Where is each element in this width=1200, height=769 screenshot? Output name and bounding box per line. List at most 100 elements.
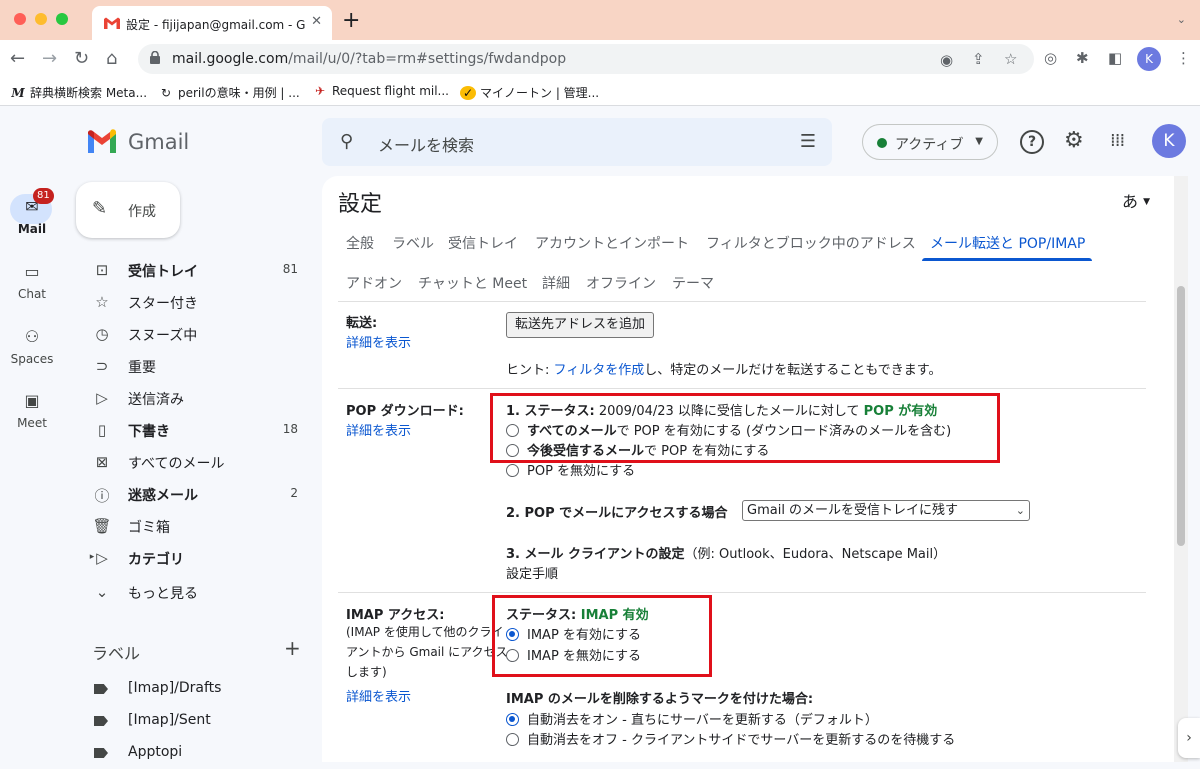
browser-tab-strip: 設定 - fijijapan@gmail.com - Gm ✕ + ⌄ <box>0 0 1200 40</box>
add-forwarding-address-button[interactable]: 転送先アドレスを追加 <box>506 312 655 338</box>
nav-label: 受信トレイ <box>128 264 198 280</box>
nav-all-mail[interactable]: ⊠ すべてのメール <box>64 446 316 478</box>
radio-button[interactable] <box>506 733 519 746</box>
forwarding-learn-more-link[interactable]: 詳細を表示 <box>346 332 411 351</box>
all-mail-icon: ⊠ <box>95 453 109 471</box>
gear-icon[interactable]: ⚙ <box>1064 128 1084 153</box>
chat-icon: ▭ <box>24 262 40 281</box>
create-filter-link[interactable]: フィルタを作成 <box>554 363 645 378</box>
account-avatar[interactable]: K <box>1152 124 1186 158</box>
extension-globe-icon[interactable]: ◎ <box>1044 49 1057 67</box>
reload-icon[interactable]: ↻ <box>74 48 89 69</box>
apps-grid-icon[interactable]: ⁞⁞⁞ <box>1110 130 1125 151</box>
rail-meet[interactable]: ▣ Meet <box>0 390 64 430</box>
bookmark-item[interactable]: ↻ perilの意味・用例 | ... <box>158 84 300 101</box>
compose-label: 作成 <box>128 204 156 220</box>
new-tab-icon[interactable]: + <box>342 8 360 33</box>
back-icon[interactable]: ← <box>10 48 25 69</box>
tab-close-icon[interactable]: ✕ <box>311 14 322 29</box>
share-icon[interactable]: ⇪ <box>972 50 985 68</box>
setup-instructions-link[interactable]: 設定手順 <box>506 563 558 582</box>
nav-drafts[interactable]: ▯ 下書き 18 <box>64 414 316 446</box>
tab-filters[interactable]: フィルタとブロック中のアドレス <box>706 233 916 253</box>
side-panel-toggle-icon[interactable]: › <box>1178 718 1200 758</box>
imap-expunge-on[interactable]: 自動消去をオン - 直ちにサーバーを更新する（デフォルト） <box>506 709 878 728</box>
tab-search-icon[interactable]: ⌄ <box>1177 13 1186 26</box>
browser-tab[interactable]: 設定 - fijijapan@gmail.com - Gm ✕ <box>92 6 332 40</box>
radio-button[interactable] <box>506 464 519 477</box>
bookmark-star-icon[interactable]: ☆ <box>1004 50 1017 68</box>
label-item[interactable]: [Imap]/Drafts <box>64 673 316 705</box>
minimize-window-button[interactable] <box>35 13 47 25</box>
nav-sent[interactable]: ▷ 送信済み <box>64 382 316 414</box>
imap-expunge-off[interactable]: 自動消去をオフ - クライアントサイドでサーバーを更新するのを待機する <box>506 729 955 748</box>
tab-themes[interactable]: テーマ <box>672 273 714 293</box>
settings-scrollbar[interactable] <box>1174 176 1188 762</box>
tab-forwarding-pop-imap[interactable]: メール転送と POP/IMAP <box>930 233 1085 253</box>
category-icon: ▷ <box>96 549 108 567</box>
forward-icon[interactable]: → <box>42 48 57 69</box>
label-item[interactable]: [Imap]/Sent <box>64 705 316 737</box>
search-options-icon[interactable]: ☰ <box>800 131 816 152</box>
search-icon[interactable]: ⚲ <box>340 131 353 152</box>
scrollbar-thumb[interactable] <box>1177 286 1185 546</box>
input-tools-button[interactable]: あ ▼ <box>1122 188 1150 212</box>
nav-label: 下書き <box>128 424 170 440</box>
nav-inbox[interactable]: ⊡ 受信トレイ 81 <box>64 254 316 286</box>
bookmark-item[interactable]: ✈ Request flight mil... <box>312 84 449 98</box>
eye-icon[interactable]: ◉ <box>940 51 953 69</box>
bookmark-item[interactable]: M 辞典横断検索 Meta... <box>10 84 147 101</box>
nav-label: スター付き <box>128 296 198 312</box>
tab-accounts[interactable]: アカウントとインポート <box>535 233 689 253</box>
rail-chat[interactable]: ▭ Chat <box>0 261 64 301</box>
home-icon[interactable]: ⌂ <box>106 48 117 69</box>
close-window-button[interactable] <box>14 13 26 25</box>
label-name: Apptopi <box>128 744 183 760</box>
status-selector[interactable]: アクティブ ▼ <box>862 124 998 160</box>
nav-starred[interactable]: ☆ スター付き <box>64 286 316 318</box>
maximize-window-button[interactable] <box>56 13 68 25</box>
divider <box>338 388 1146 389</box>
pop-learn-more-link[interactable]: 詳細を表示 <box>346 420 411 439</box>
mail-client-config: 3. メール クライアントの設定（例: Outlook、Eudora、Netsc… <box>506 547 947 562</box>
browser-profile-avatar[interactable]: K <box>1137 47 1161 71</box>
rail-chat-label: Chat <box>17 287 47 301</box>
tab-offline[interactable]: オフライン <box>586 273 656 293</box>
nav-more[interactable]: ⌄ もっと見る <box>64 576 316 608</box>
nav-trash[interactable]: 🗑 ゴミ箱 <box>64 510 316 542</box>
bookmark-item[interactable]: ✓ マイノートン | 管理... <box>460 84 599 101</box>
side-panel-icon[interactable]: ◧ <box>1108 49 1122 67</box>
tab-labels[interactable]: ラベル <box>392 233 434 253</box>
tab-inbox[interactable]: 受信トレイ <box>448 233 518 253</box>
spam-icon: ⓘ <box>94 487 110 505</box>
address-bar[interactable]: mail.google.com/mail/u/0/?tab=rm#setting… <box>138 44 1034 74</box>
extensions-puzzle-icon[interactable]: ✱ <box>1076 49 1089 67</box>
help-icon[interactable]: ? <box>1020 130 1044 154</box>
rail-spaces-label: Spaces <box>10 352 54 366</box>
pop-access-select[interactable]: Gmail のメールを受信トレイに残す ⌄ <box>742 500 1030 521</box>
rail-mail[interactable]: ✉ Mail <box>0 196 64 236</box>
radio-button-selected[interactable] <box>506 713 519 726</box>
browser-menu-icon[interactable]: ⋮ <box>1176 49 1191 67</box>
important-icon: ⊃ <box>95 357 109 375</box>
star-icon: ☆ <box>95 293 109 311</box>
imap-learn-more-link[interactable]: 詳細を表示 <box>346 686 411 705</box>
nav-snoozed[interactable]: ◷ スヌーズ中 <box>64 318 316 350</box>
search-bar[interactable]: ⚲ メールを検索 ☰ <box>322 118 832 166</box>
add-label-icon[interactable]: + <box>284 636 301 660</box>
compose-button[interactable]: ✎ 作成 <box>76 182 180 238</box>
nav-spam[interactable]: ⓘ 迷惑メール 2 <box>64 478 316 510</box>
search-input[interactable]: メールを検索 <box>378 132 474 156</box>
rail-spaces[interactable]: ⚇ Spaces <box>0 326 64 366</box>
label-name: [Imap]/Drafts <box>128 680 222 696</box>
tab-addons[interactable]: アドオン <box>346 273 402 293</box>
tab-chat-meet[interactable]: チャットと Meet <box>418 273 527 293</box>
label-item[interactable]: Apptopi <box>64 737 316 769</box>
forwarding-hint: ヒント: フィルタを作成し、特定のメールだけを転送することもできます。 <box>506 363 942 378</box>
tab-general[interactable]: 全般 <box>346 233 374 253</box>
tab-advanced[interactable]: 詳細 <box>542 273 570 293</box>
forwarding-title: 転送: <box>346 316 378 331</box>
imap-title: IMAP アクセス: <box>346 608 445 623</box>
nav-important[interactable]: ⊃ 重要 <box>64 350 316 382</box>
nav-categories[interactable]: ▸ ▷ カテゴリ <box>64 542 316 574</box>
